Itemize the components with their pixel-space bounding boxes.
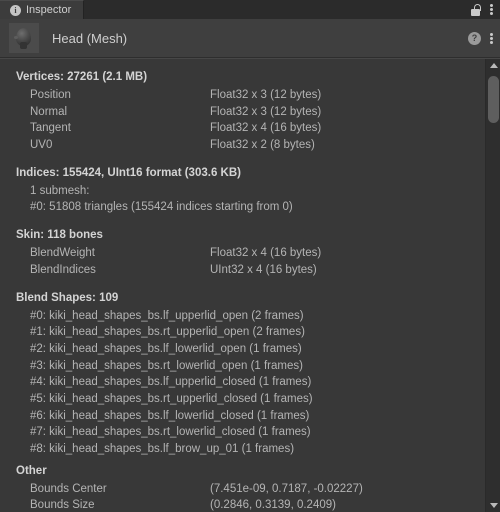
table-row: Bounds Size (0.2846, 0.3139, 0.2409) — [0, 497, 500, 512]
info-icon: i — [10, 4, 21, 16]
attribute-label: BlendIndices — [30, 263, 96, 276]
blend-shape-entry: #7: kiki_head_shapes_bs.rt_lowerlid_clos… — [30, 426, 311, 439]
lock-open-icon[interactable] — [471, 3, 481, 16]
blend-shape-entry: #0: kiki_head_shapes_bs.lf_upperlid_open… — [30, 309, 304, 322]
table-row: Tangent Float32 x 4 (16 bytes) — [0, 120, 500, 137]
indices-line: #0: 51808 triangles (155424 indices star… — [30, 201, 293, 214]
attribute-label: Position — [30, 89, 71, 101]
attribute-value: (7.451e-09, 0.7187, -0.02227) — [210, 482, 363, 495]
blend-shape-entry: #5: kiki_head_shapes_bs.rt_upperlid_clos… — [30, 392, 313, 405]
list-item: #1: kiki_head_shapes_bs.rt_upperlid_open… — [0, 324, 500, 341]
scroll-thumb[interactable] — [488, 76, 499, 123]
indices-line: 1 submesh: — [30, 184, 90, 197]
blend-shape-entry: #4: kiki_head_shapes_bs.lf_upperlid_clos… — [30, 376, 312, 389]
tab-bar: i Inspector — [0, 0, 500, 19]
blend-shape-entry: #1: kiki_head_shapes_bs.rt_upperlid_open… — [30, 326, 305, 339]
attribute-value: Float32 x 2 (8 bytes) — [210, 139, 315, 152]
section-heading-indices: Indices: 155424, UInt16 format (303.6 KB… — [16, 166, 241, 179]
list-item: #0: kiki_head_shapes_bs.lf_upperlid_open… — [0, 308, 500, 325]
list-item: #0: 51808 triangles (155424 indices star… — [0, 199, 500, 216]
table-row: Normal Float32 x 3 (12 bytes) — [0, 104, 500, 121]
list-item: #4: kiki_head_shapes_bs.lf_upperlid_clos… — [0, 374, 500, 391]
attribute-label: UV0 — [30, 139, 53, 152]
object-header-actions: ? — [468, 31, 493, 45]
tab-bar-actions — [471, 0, 500, 19]
list-item: #3: kiki_head_shapes_bs.rt_lowerlid_open… — [0, 358, 500, 375]
vertical-scrollbar[interactable] — [485, 59, 500, 512]
object-title: Head (Mesh) — [52, 30, 128, 46]
scroll-down-arrow[interactable] — [486, 499, 500, 512]
section-heading-blend-shapes: Blend Shapes: 109 — [16, 291, 119, 304]
table-row: BlendWeight Float32 x 4 (16 bytes) — [0, 245, 500, 262]
table-row: BlendIndices UInt32 x 4 (16 bytes) — [0, 262, 500, 279]
tab-bar-spacer — [84, 0, 471, 19]
kebab-menu-icon[interactable] — [490, 32, 493, 44]
table-row: Bounds Center (7.451e-09, 0.7187, -0.022… — [0, 481, 500, 498]
list-item: #2: kiki_head_shapes_bs.lf_lowerlid_open… — [0, 341, 500, 358]
triangle-down-icon — [489, 503, 498, 508]
tab-inspector[interactable]: i Inspector — [0, 0, 85, 19]
list-item: #8: kiki_head_shapes_bs.lf_brow_up_01 (1… — [0, 441, 500, 458]
attribute-label: Bounds Center — [30, 482, 107, 495]
list-item: #6: kiki_head_shapes_bs.lf_lowerlid_clos… — [0, 408, 500, 425]
blend-shape-entry: #3: kiki_head_shapes_bs.rt_lowerlid_open… — [30, 359, 303, 372]
attribute-value: Float32 x 3 (12 bytes) — [210, 105, 322, 118]
attribute-label: Bounds Size — [30, 499, 95, 512]
section-heading-skin: Skin: 118 bones — [16, 229, 103, 242]
tab-inspector-label: Inspector — [26, 4, 72, 16]
list-item: 1 submesh: — [0, 183, 500, 200]
attribute-value: (0.2846, 0.3139, 0.2409) — [210, 499, 336, 512]
mesh-info-list: Vertices: 27261 (2.1 MB) Position Float3… — [0, 59, 500, 512]
triangle-up-icon — [489, 63, 498, 68]
kebab-menu-icon[interactable] — [490, 4, 493, 15]
inspector-panel: i Inspector Head (Mesh) ? Vertices: 2726… — [0, 0, 500, 512]
mesh-preview-thumbnail[interactable] — [9, 23, 39, 53]
table-row: UV0 Float32 x 2 (8 bytes) — [0, 137, 500, 154]
attribute-label: BlendWeight — [30, 247, 95, 260]
blend-shape-entry: #8: kiki_head_shapes_bs.lf_brow_up_01 (1… — [30, 443, 295, 455]
section-heading-vertices: Vertices: 27261 (2.1 MB) — [16, 71, 148, 83]
scroll-up-arrow[interactable] — [486, 59, 500, 72]
table-row: Position Float32 x 3 (12 bytes) — [0, 87, 500, 104]
blend-shape-entry: #2: kiki_head_shapes_bs.lf_lowerlid_open… — [30, 342, 302, 355]
list-item: #7: kiki_head_shapes_bs.rt_lowerlid_clos… — [0, 424, 500, 441]
attribute-value: Float32 x 4 (16 bytes) — [210, 247, 322, 260]
attribute-value: Float32 x 4 (16 bytes) — [210, 122, 322, 135]
blend-shape-entry: #6: kiki_head_shapes_bs.lf_lowerlid_clos… — [30, 409, 310, 422]
mesh-info-content: Vertices: 27261 (2.1 MB) Position Float3… — [0, 58, 500, 512]
attribute-label: Normal — [30, 105, 68, 118]
list-item: #5: kiki_head_shapes_bs.rt_upperlid_clos… — [0, 391, 500, 408]
attribute-value: Float32 x 3 (12 bytes) — [210, 89, 322, 101]
object-header: Head (Mesh) ? — [0, 19, 500, 58]
help-icon[interactable]: ? — [468, 31, 481, 45]
attribute-label: Tangent — [30, 122, 71, 135]
attribute-value: UInt32 x 4 (16 bytes) — [210, 263, 317, 276]
section-heading-other: Other — [16, 464, 47, 477]
